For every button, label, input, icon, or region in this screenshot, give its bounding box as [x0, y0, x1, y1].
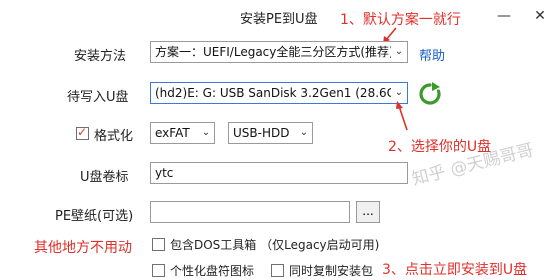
target-disk-select[interactable]: (hd2)E: G: USB SanDisk 3.2Gen1 (28.6GB ⌄ [150, 82, 408, 104]
minimize-button[interactable]: — [490, 4, 518, 28]
window-title: 安装PE到U盘 [240, 12, 318, 27]
format-label: 格式化 [94, 129, 134, 144]
browse-button[interactable]: ... [356, 201, 380, 223]
volume-label-label: U盘卷标 [80, 170, 129, 185]
help-link[interactable]: 帮助 [419, 45, 445, 64]
volume-label-input[interactable]: ytc [150, 162, 408, 184]
filesystem-value: exFAT [155, 126, 190, 140]
install-method-value: 方案一：UEFI/Legacy全能三分区方式(推荐) [155, 45, 394, 59]
target-disk-value: (hd2)E: G: USB SanDisk 3.2Gen1 (28.6GB [155, 86, 405, 100]
custom-drive-icon-checkbox[interactable] [152, 264, 165, 277]
annotation-other: 其他地方不用动 [34, 240, 132, 256]
custom-drive-icon-label: 个性化盘符图标 [170, 264, 255, 278]
dos-toolbox-label: 包含DOS工具箱 （仅Legacy启动可用) [170, 238, 380, 252]
filesystem-select[interactable]: exFAT ⌄ [150, 122, 215, 144]
refresh-icon[interactable] [418, 82, 442, 106]
chevron-down-icon: ⌄ [198, 123, 214, 143]
checkmark-icon: ✓ [77, 125, 88, 139]
target-disk-label: 待写入U盘 [67, 90, 129, 105]
annotation-step1: 1、默认方案一就行 [340, 12, 461, 28]
dos-toolbox-checkbox[interactable] [152, 238, 165, 251]
annotation-step3: 3、点击立即安装到U盘 [382, 262, 528, 278]
format-checkbox[interactable]: ✓ [76, 125, 89, 140]
close-button[interactable]: ✕ [526, 4, 554, 28]
boot-mode-select[interactable]: USB-HDD ⌄ [228, 122, 313, 144]
boot-mode-value: USB-HDD [233, 126, 290, 140]
copy-installer-checkbox[interactable] [271, 264, 284, 277]
title-bar: 安装PE到U盘 — ✕ [0, 0, 560, 34]
annotation-arrow-2 [396, 101, 408, 131]
install-pe-window: 安装PE到U盘 — ✕ 1、默认方案一就行 安装方法 方案一：UEFI/Lega… [0, 0, 560, 280]
copy-installer-label: 同时复制安装包 [289, 264, 374, 278]
chevron-down-icon: ⌄ [296, 123, 312, 143]
chevron-down-icon: ⌄ [391, 42, 407, 62]
wallpaper-label: PE壁纸(可选) [55, 209, 134, 224]
wallpaper-input[interactable] [150, 201, 350, 223]
install-method-label: 安装方法 [74, 49, 127, 64]
install-method-select[interactable]: 方案一：UEFI/Legacy全能三分区方式(推荐) ⌄ [150, 41, 408, 63]
